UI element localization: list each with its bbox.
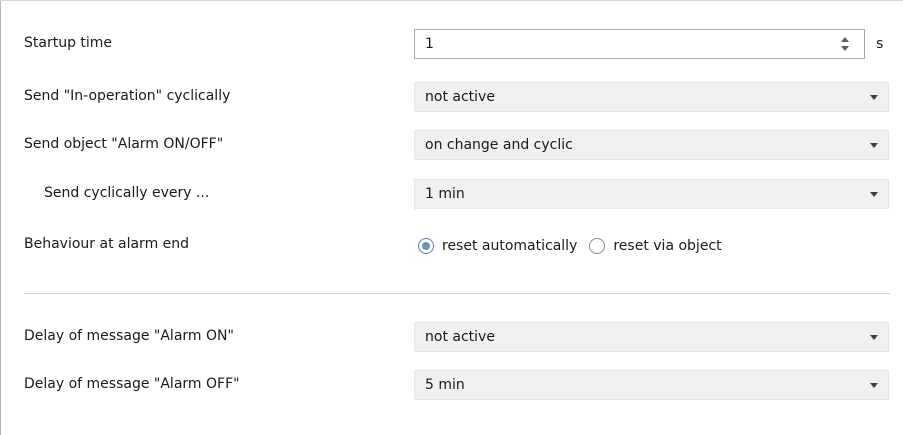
chevron-down-icon (870, 383, 878, 388)
startup-time-label: Startup time (24, 35, 113, 51)
send-cyclically-select[interactable]: 1 min (414, 179, 889, 209)
panel-left-border (0, 0, 1, 435)
send-alarm-object-label: Send object "Alarm ON/OFF" (24, 136, 224, 152)
send-in-operation-label: Send "In-operation" cyclically (24, 88, 231, 104)
startup-time-value: 1 (425, 36, 434, 52)
send-alarm-object-select[interactable]: on change and cyclic (414, 130, 889, 160)
spin-arrows-icon[interactable] (840, 34, 850, 54)
spin-down-icon[interactable] (841, 46, 849, 51)
startup-time-unit: s (876, 36, 884, 52)
radio-reset-via-object[interactable]: reset via object (589, 238, 722, 254)
behaviour-label: Behaviour at alarm end (24, 236, 190, 252)
delay-alarm-off-value: 5 min (425, 377, 465, 393)
radio-reset-automatically-label: reset automatically (442, 238, 578, 254)
send-alarm-object-value: on change and cyclic (425, 137, 573, 153)
panel-top-border (0, 0, 903, 1)
startup-time-spinbox[interactable]: 1 (414, 29, 865, 59)
chevron-down-icon (870, 335, 878, 340)
delay-alarm-off-select[interactable]: 5 min (414, 370, 889, 400)
delay-alarm-on-label: Delay of message "Alarm ON" (24, 328, 234, 344)
chevron-down-icon (870, 192, 878, 197)
radio-unchecked-icon[interactable] (589, 238, 606, 254)
send-in-operation-select[interactable]: not active (414, 82, 889, 112)
delay-alarm-off-label: Delay of message "Alarm OFF" (24, 376, 240, 392)
chevron-down-icon (870, 143, 878, 148)
send-cyclically-label: Send cyclically every ... (44, 185, 210, 201)
section-divider (24, 293, 890, 294)
delay-alarm-on-value: not active (425, 329, 495, 345)
radio-reset-automatically[interactable]: reset automatically (418, 238, 577, 254)
delay-alarm-on-select[interactable]: not active (414, 322, 889, 352)
radio-reset-via-object-label: reset via object (613, 238, 722, 254)
radio-checked-icon[interactable] (418, 238, 434, 254)
send-cyclically-value: 1 min (425, 186, 465, 202)
behaviour-radio-group: reset automatically reset via object (418, 234, 734, 258)
spin-up-icon[interactable] (841, 37, 849, 42)
chevron-down-icon (870, 95, 878, 100)
send-in-operation-value: not active (425, 89, 495, 105)
